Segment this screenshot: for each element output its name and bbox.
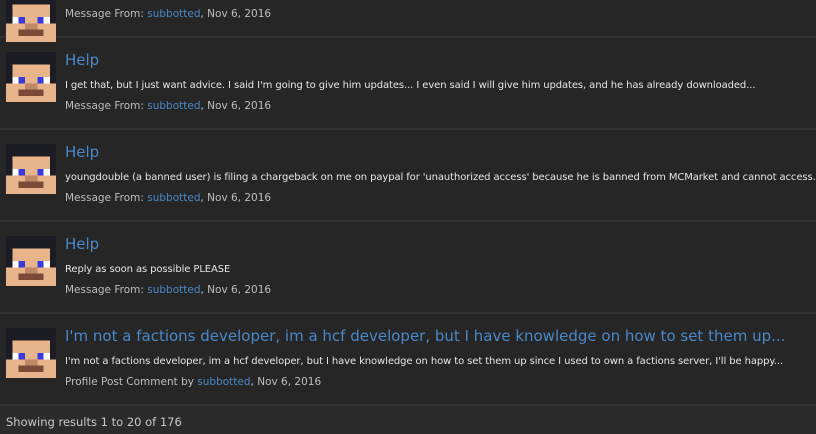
- meta-prefix: Message From:: [65, 192, 148, 204]
- result-meta: Profile Post Comment by subbotted, Nov 6…: [65, 376, 321, 388]
- author-link[interactable]: subbotted: [197, 376, 250, 388]
- result-meta: Message From: subbotted, Nov 6, 2016: [65, 192, 271, 204]
- result-date: , Nov 6, 2016: [200, 8, 272, 20]
- avatar-icon[interactable]: [6, 52, 56, 102]
- author-link[interactable]: subbotted: [147, 100, 200, 112]
- result-snippet: I'm not a factions developer, im a hcf d…: [65, 356, 783, 367]
- result-title-link[interactable]: Help: [65, 143, 99, 161]
- result-snippet: I get that, but I just want advice. I sa…: [65, 80, 756, 91]
- result-item: Help Reply as soon as possible PLEASE Me…: [0, 222, 816, 314]
- result-snippet: Reply as soon as possible PLEASE: [65, 264, 231, 275]
- meta-prefix: Profile Post Comment by: [65, 376, 198, 388]
- meta-prefix: Message From:: [65, 284, 148, 296]
- result-date: , Nov 6, 2016: [200, 192, 272, 204]
- result-item: Message From: subbotted, Nov 6, 2016: [0, 0, 816, 42]
- avatar-icon[interactable]: [6, 236, 56, 286]
- author-link[interactable]: subbotted: [147, 192, 200, 204]
- result-title-link[interactable]: Help: [65, 235, 99, 253]
- result-date: , Nov 6, 2016: [200, 284, 272, 296]
- meta-prefix: Message From:: [65, 8, 148, 20]
- result-item: Help youngdouble (a banned user) is fili…: [0, 130, 816, 222]
- avatar-icon[interactable]: [6, 328, 56, 378]
- result-item: I'm not a factions developer, im a hcf d…: [0, 314, 816, 406]
- result-meta: Message From: subbotted, Nov 6, 2016: [65, 284, 271, 296]
- author-link[interactable]: subbotted: [147, 8, 200, 20]
- avatar-icon[interactable]: [6, 144, 56, 194]
- results-footer: Showing results 1 to 20 of 176: [0, 406, 816, 434]
- meta-prefix: Message From:: [65, 100, 148, 112]
- result-date: , Nov 6, 2016: [250, 376, 322, 388]
- avatar-icon[interactable]: [6, 0, 56, 42]
- result-meta: Message From: subbotted, Nov 6, 2016: [65, 8, 271, 20]
- result-snippet: youngdouble (a banned user) is filing a …: [65, 172, 816, 183]
- result-title-link[interactable]: Help: [65, 51, 99, 69]
- result-date: , Nov 6, 2016: [200, 100, 272, 112]
- result-title-link[interactable]: I'm not a factions developer, im a hcf d…: [65, 327, 785, 345]
- result-meta: Message From: subbotted, Nov 6, 2016: [65, 100, 271, 112]
- results-count: Showing results 1 to 20 of 176: [6, 415, 182, 429]
- result-item: Help I get that, but I just want advice.…: [0, 38, 816, 130]
- author-link[interactable]: subbotted: [147, 284, 200, 296]
